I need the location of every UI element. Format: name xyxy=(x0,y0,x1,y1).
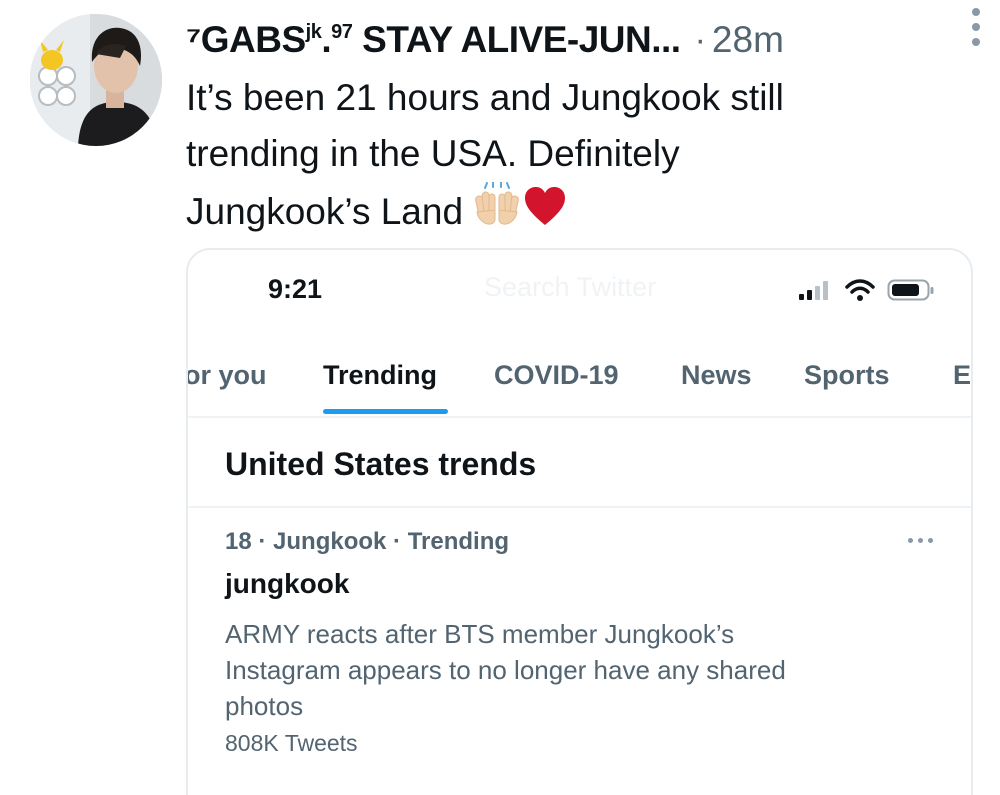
battery-icon xyxy=(887,279,934,301)
divider xyxy=(188,506,971,508)
tweet-text-line: It’s been 21 hours and Jungkook still xyxy=(186,77,784,118)
divider xyxy=(188,416,971,418)
trend-more-icon[interactable] xyxy=(908,538,933,543)
tab-trending[interactable]: Trending xyxy=(323,360,437,391)
signal-icon xyxy=(799,281,828,300)
tweet-timestamp[interactable]: 28m xyxy=(712,19,784,61)
profile-photo xyxy=(30,14,162,146)
tab-entertainment[interactable]: E xyxy=(953,360,971,391)
trend-description-line: photos xyxy=(225,691,304,721)
raising-hands-icon xyxy=(475,182,519,225)
tweet-text-line: Jungkook’s Land xyxy=(186,182,966,240)
tab-news[interactable]: News xyxy=(681,360,752,391)
status-bar-icons xyxy=(799,278,935,302)
embedded-screenshot[interactable]: Search Twitter 9:21 or you Trending COVI… xyxy=(186,248,973,795)
tweet-text: It’s been 21 hours and Jungkook still tr… xyxy=(186,70,966,240)
wifi-icon xyxy=(845,279,875,301)
red-heart-icon xyxy=(525,187,566,225)
trend-name[interactable]: jungkook xyxy=(225,568,349,600)
trend-description-line: ARMY reacts after BTS member Jungkook’s xyxy=(225,619,735,649)
tab-covid-19[interactable]: COVID-19 xyxy=(494,360,619,391)
separator-dot: · xyxy=(694,20,706,59)
section-title: United States trends xyxy=(225,446,537,482)
tweet[interactable]: ⁷GABSjk.97 STAY ALIVE-JUN... · 28m It’s … xyxy=(0,0,1000,795)
trend-meta: 18 · Jungkook · Trending xyxy=(225,528,510,555)
avatar[interactable] xyxy=(30,14,162,146)
author-name[interactable]: ⁷GABSjk.97 STAY ALIVE-JUN... xyxy=(186,19,681,61)
more-options-icon[interactable] xyxy=(970,8,982,46)
tweet-header: ⁷GABSjk.97 STAY ALIVE-JUN... · 28m xyxy=(186,14,966,66)
tab-for-you[interactable]: or you xyxy=(188,360,267,391)
tweet-text-line: trending in the USA. Definitely xyxy=(186,133,680,174)
tab-sports[interactable]: Sports xyxy=(804,360,890,391)
trend-tweet-count: 808K Tweets xyxy=(225,730,358,756)
status-bar-time: 9:21 xyxy=(268,274,323,304)
tab-bar: or you Trending COVID-19 News Sports E xyxy=(188,346,971,418)
ghost-search-text: Search Twitter xyxy=(484,272,657,302)
trend-description-line: Instagram appears to no longer have any … xyxy=(225,655,786,685)
active-tab-indicator xyxy=(323,409,448,414)
trend-description: ARMY reacts after BTS member Jungkook’s … xyxy=(225,616,925,724)
